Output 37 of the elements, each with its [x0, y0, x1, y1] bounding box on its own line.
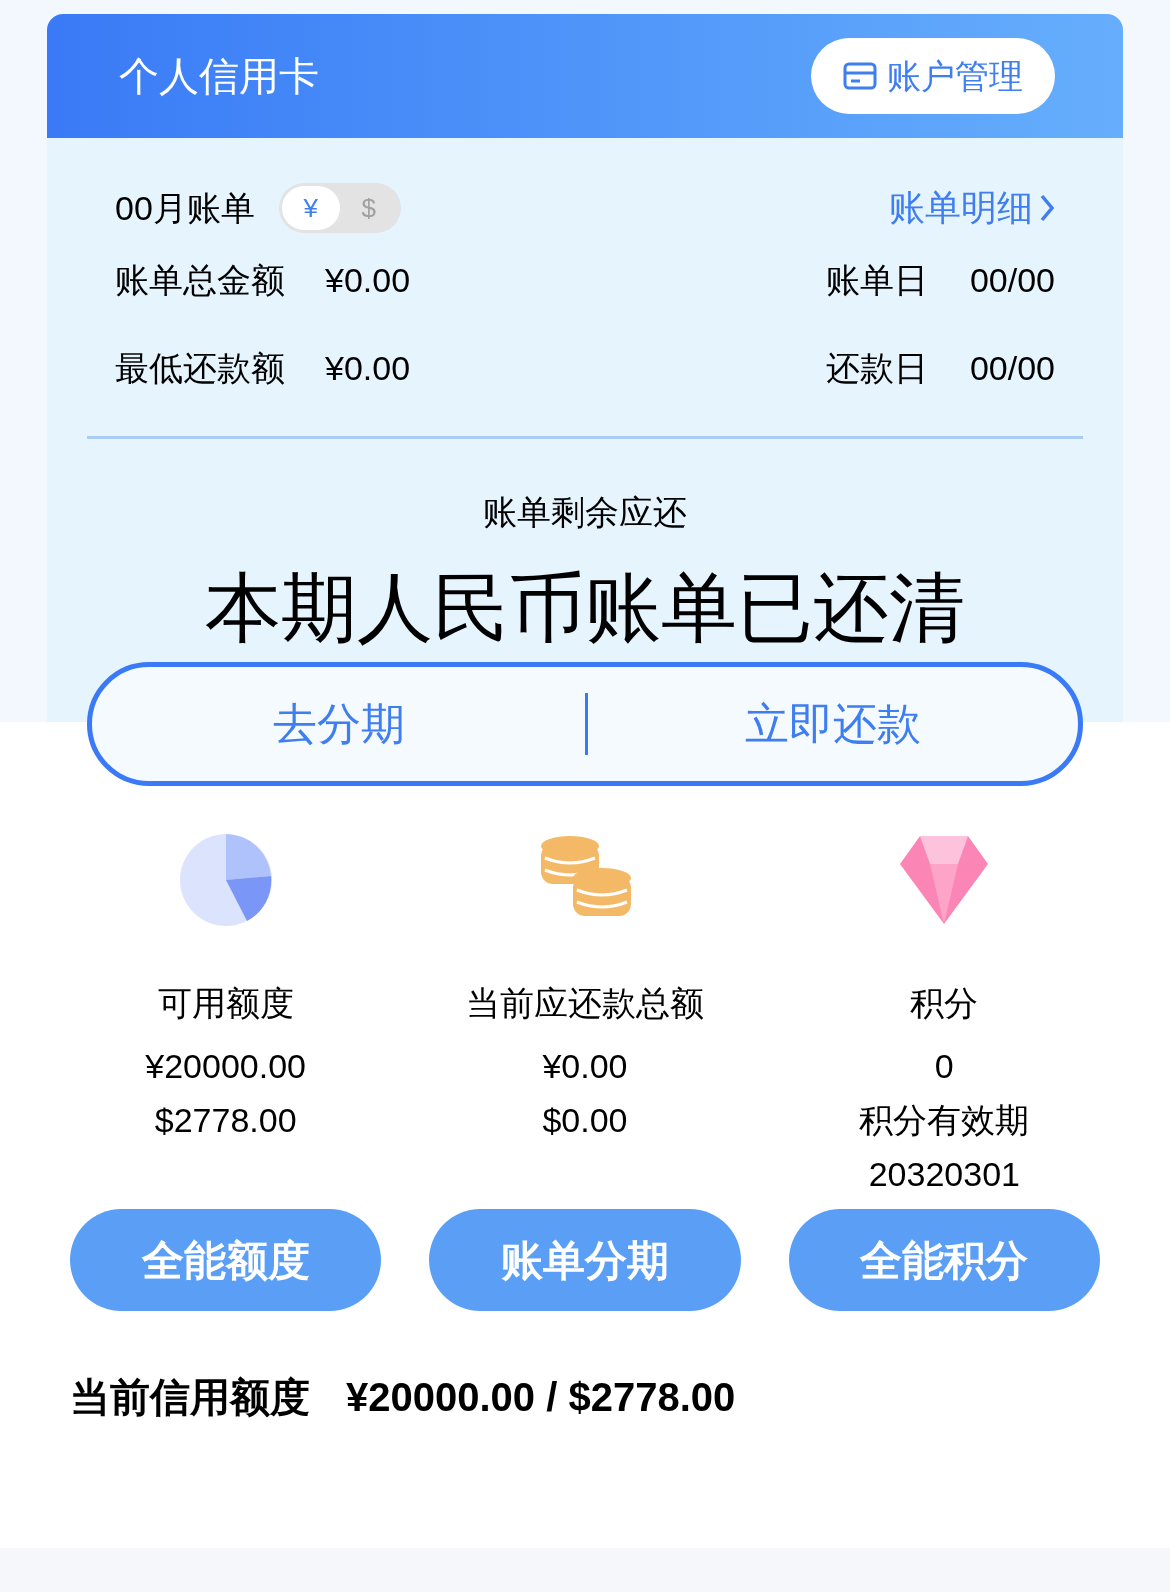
stat-value: $2778.00 — [154, 1100, 297, 1141]
bill-field-value: ¥0.00 — [325, 259, 411, 301]
stat-label: 可用额度 — [157, 983, 294, 1024]
remaining-label: 账单剩余应还 — [482, 492, 688, 533]
card-icon — [843, 62, 877, 90]
card-title: 个人信用卡 — [119, 53, 319, 100]
date-label: 还款日 — [825, 347, 928, 389]
date-value: 00/00 — [969, 259, 1055, 301]
date-value: 00/00 — [969, 347, 1055, 389]
account-management-button[interactable]: 账户管理 — [811, 38, 1055, 114]
diamond-icon — [898, 834, 991, 926]
stat-value: ¥20000.00 — [145, 1046, 307, 1087]
repayment-action[interactable]: 去分期 — [92, 691, 585, 757]
bill-detail-link[interactable]: 账单明细 — [889, 181, 1055, 235]
stat-value: $0.00 — [542, 1100, 628, 1141]
repayment-action[interactable]: 立即还款 — [588, 691, 1078, 757]
credit-limit-value: ¥20000.00 / $2778.00 — [346, 1374, 736, 1421]
bill-month: 00月账单 — [115, 187, 255, 229]
currency-tab[interactable]: ¥ — [281, 186, 340, 230]
stat-value: ¥0.00 — [542, 1046, 628, 1087]
stat-action-button[interactable]: 全能额度 — [70, 1209, 382, 1311]
stat-value: 20320301 — [868, 1154, 1020, 1195]
stat-label: 积分 — [910, 983, 979, 1024]
stat-label: 当前应还款总额 — [466, 983, 704, 1024]
stat-action-button[interactable]: 账单分期 — [429, 1209, 741, 1311]
credit-limit-label: 当前信用额度 — [70, 1374, 310, 1421]
date-label: 账单日 — [825, 259, 928, 301]
pie-chart-icon — [179, 834, 272, 926]
chevron-right-icon — [1039, 193, 1055, 223]
bill-field-value: ¥0.00 — [325, 347, 411, 389]
bill-status: 本期人民币账单已还清 — [204, 564, 966, 652]
stat-value: 积分有效期 — [859, 1100, 1030, 1141]
bill-field-label: 账单总金额 — [115, 259, 285, 301]
currency-tab[interactable]: $ — [339, 186, 398, 230]
stat-value: 0 — [934, 1046, 954, 1087]
stat-action-button[interactable]: 全能积分 — [788, 1209, 1100, 1311]
bill-field-label: 最低还款额 — [115, 347, 285, 389]
